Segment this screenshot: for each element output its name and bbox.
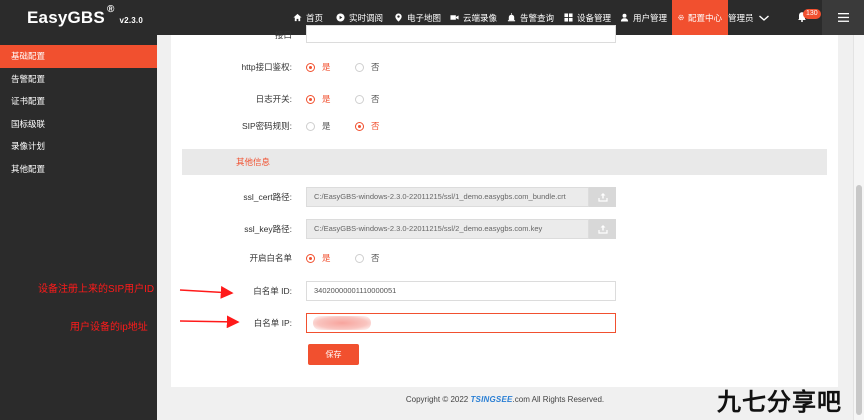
nav-user-manage-label: 用户管理: [633, 12, 668, 23]
radio-label: 否: [371, 94, 380, 104]
site-watermark: 九七分享吧: [717, 388, 842, 416]
ssl-key-label: ssl_key路径:: [244, 224, 292, 234]
form-row-log-switch: 日志开关: 是 否: [171, 89, 838, 109]
ssl-cert-upload-button[interactable]: [589, 187, 616, 207]
radio-dot: [355, 94, 364, 104]
nav-alarm-label: 告警查询: [520, 12, 555, 23]
radio-label: 否: [371, 253, 380, 263]
map-pin-icon: [395, 13, 402, 22]
app-version: v2.3.0: [119, 16, 143, 25]
radio-dot: [355, 62, 364, 72]
http-auth-label: http接口鉴权:: [241, 62, 292, 72]
radio-label: 是: [322, 253, 331, 263]
ssl-cert-label: ssl_cert路径:: [243, 192, 292, 202]
radio-dot: [355, 121, 364, 131]
upload-icon: [597, 225, 608, 234]
sip-password-label: SIP密码规则:: [241, 121, 292, 131]
http-auth-no-radio[interactable]: 否: [355, 61, 380, 73]
whitelist-ip-label: 白名单 IP:: [253, 318, 292, 328]
home-icon: [293, 13, 302, 22]
footer-copyright: Copyright © 2022: [405, 395, 471, 404]
form-row-partial: 接口: [171, 25, 838, 45]
annotation-sip-id: 设备注册上来的SIP用户ID: [38, 284, 155, 295]
scrollbar-thumb[interactable]: [856, 185, 862, 415]
gear-icon: [678, 14, 684, 21]
nav-map-label: 电子地图: [407, 12, 442, 23]
sidebar-item-gb-cascade[interactable]: 国标级联: [0, 113, 157, 136]
vertical-scrollbar[interactable]: [853, 35, 864, 420]
radio-dot: [355, 253, 364, 263]
partial-field-label: 接口: [274, 30, 292, 40]
save-button[interactable]: 保存: [308, 344, 359, 365]
radio-label: 否: [371, 121, 380, 131]
sidebar-item-other-config[interactable]: 其他配置: [0, 158, 157, 181]
log-switch-yes-radio[interactable]: 是: [306, 93, 331, 105]
radio-dot: [306, 253, 315, 263]
log-switch-no-radio[interactable]: 否: [355, 93, 380, 105]
notification-badge: 130: [803, 9, 821, 19]
form-row-whitelist-id: 白名单 ID: 34020000001110000051: [171, 281, 838, 301]
sidebar-item-basic-config[interactable]: 基础配置: [0, 45, 157, 68]
sidebar-item-alarm-config[interactable]: 告警配置: [0, 68, 157, 91]
form-row-ssl-cert: ssl_cert路径: C:/EasyGBS-windows-2.3.0-220…: [171, 187, 838, 207]
grid-icon: [564, 13, 573, 22]
sidebar-item-record-plan[interactable]: 录像计划: [0, 135, 157, 158]
section-title: 其他信息: [236, 157, 271, 167]
form-row-sip-password: SIP密码规则: 是 否: [171, 116, 838, 136]
nav-live-label: 实时调阅: [349, 12, 384, 23]
partial-field-input[interactable]: [306, 25, 616, 43]
whitelist-yes-radio[interactable]: 是: [306, 252, 331, 264]
play-icon: [336, 13, 345, 22]
form-row-ssl-key: ssl_key路径: C:/EasyGBS-windows-2.3.0-2201…: [171, 219, 838, 239]
app-name: EasyGBS: [27, 8, 105, 27]
whitelist-id-input[interactable]: 34020000001110000051: [306, 281, 616, 301]
chevron-down-icon: [758, 14, 769, 21]
footer-rights: .com All Rights Reserved.: [512, 395, 605, 404]
sidebar: 基础配置 告警配置 证书配置 国标级联 录像计划 其他配置: [0, 35, 157, 420]
user-name: 管理员: [728, 12, 754, 23]
radio-label: 是: [322, 62, 331, 72]
alarm-icon: [507, 13, 516, 22]
form-row-http-auth: http接口鉴权: 是 否: [171, 57, 838, 77]
nav-device-label: 设备管理: [577, 12, 612, 23]
annotation-ip: 用户设备的ip地址: [70, 322, 148, 333]
radio-label: 是: [322, 121, 331, 131]
sip-password-yes-radio[interactable]: 是: [306, 120, 331, 132]
hamburger-icon: [837, 13, 849, 22]
radio-dot: [306, 94, 315, 104]
section-other-info: 其他信息: [182, 149, 827, 175]
ssl-cert-input[interactable]: C:/EasyGBS-windows-2.3.0-22011215/ssl/1_…: [306, 187, 589, 207]
http-auth-yes-radio[interactable]: 是: [306, 61, 331, 73]
whitelist-switch-label: 开启白名单: [249, 253, 292, 263]
nav-config-center-label: 配置中心: [687, 12, 722, 23]
sip-password-no-radio[interactable]: 否: [355, 120, 380, 132]
sidebar-item-cert-config[interactable]: 证书配置: [0, 90, 157, 113]
form-row-whitelist-ip: 白名单 IP:: [171, 313, 838, 333]
config-form: 接口 http接口鉴权: 是 否 日志开关: 是 否 SIP密码规则: 是 否 …: [171, 25, 838, 387]
nav-cloud-record-label: 云端录像: [463, 12, 498, 23]
app-logo[interactable]: EasyGBS ® v2.3.0: [27, 4, 143, 28]
radio-dot: [306, 121, 315, 131]
radio-dot: [306, 62, 315, 72]
ssl-key-upload-button[interactable]: [589, 219, 616, 239]
user-icon: [620, 13, 629, 22]
log-switch-label: 日志开关:: [255, 94, 292, 104]
radio-label: 是: [322, 94, 331, 104]
whitelist-no-radio[interactable]: 否: [355, 252, 380, 264]
whitelist-ip-input[interactable]: [306, 313, 616, 333]
main-content: 接口 http接口鉴权: 是 否 日志开关: 是 否 SIP密码规则: 是 否 …: [157, 25, 853, 420]
upload-icon: [597, 193, 608, 202]
redaction-blur: [313, 316, 371, 330]
nav-home-label: 首页: [306, 12, 324, 23]
form-row-whitelist-switch: 开启白名单 是 否: [171, 248, 838, 268]
footer-brand-logo[interactable]: TSINGSEE: [470, 395, 512, 404]
video-icon: [450, 15, 459, 20]
radio-label: 否: [371, 62, 380, 72]
registered-mark: ®: [106, 4, 115, 16]
whitelist-id-label: 白名单 ID:: [253, 286, 292, 296]
ssl-key-input[interactable]: C:/EasyGBS-windows-2.3.0-22011215/ssl/2_…: [306, 219, 589, 239]
